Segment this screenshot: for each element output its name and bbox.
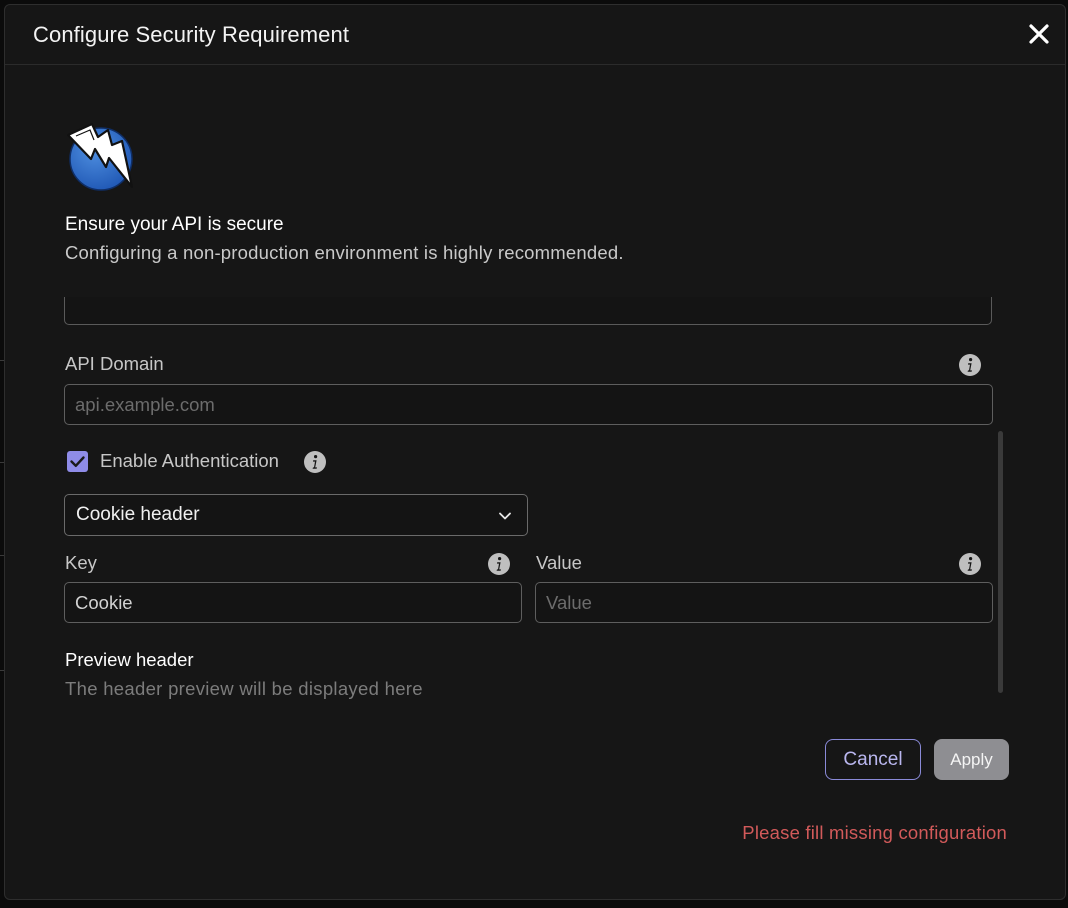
enable-authentication-checkbox[interactable]: [67, 451, 88, 472]
configure-security-dialog: Configure Security Requirement Ensure yo…: [4, 4, 1066, 900]
key-label: Key: [65, 552, 97, 573]
info-icon[interactable]: [958, 353, 982, 377]
preview-header-text: The header preview will be displayed her…: [65, 678, 423, 699]
intro-subheading: Configuring a non-production environment…: [65, 242, 624, 263]
intro-heading: Ensure your API is secure: [65, 214, 284, 235]
dialog-title: Configure Security Requirement: [33, 22, 350, 47]
value-label: Value: [536, 552, 582, 573]
environment-field[interactable]: [64, 297, 992, 325]
lightning-bolt-logo-icon: [65, 121, 137, 193]
info-icon[interactable]: [303, 450, 327, 474]
chevron-down-icon: [497, 508, 513, 524]
cancel-button[interactable]: Cancel: [825, 739, 921, 780]
api-domain-input[interactable]: [64, 384, 993, 425]
auth-type-selected-value: Cookie header: [76, 504, 200, 525]
close-icon[interactable]: [1027, 22, 1051, 46]
form-scrollbar[interactable]: [998, 431, 1003, 693]
auth-type-select[interactable]: Cookie header: [64, 494, 528, 536]
enable-authentication-label: Enable Authentication: [100, 450, 279, 471]
error-message: Please fill missing configuration: [742, 822, 1007, 843]
key-input[interactable]: [64, 582, 522, 623]
info-icon[interactable]: [958, 552, 982, 576]
value-input[interactable]: [535, 582, 993, 623]
api-domain-label: API Domain: [65, 353, 164, 374]
form-scroll-area[interactable]: API Domain Enable Authentication Cookie …: [5, 297, 1015, 702]
dialog-header: Configure Security Requirement: [5, 5, 1065, 65]
preview-header-title: Preview header: [65, 649, 194, 670]
info-icon[interactable]: [487, 552, 511, 576]
apply-button[interactable]: Apply: [934, 739, 1009, 780]
